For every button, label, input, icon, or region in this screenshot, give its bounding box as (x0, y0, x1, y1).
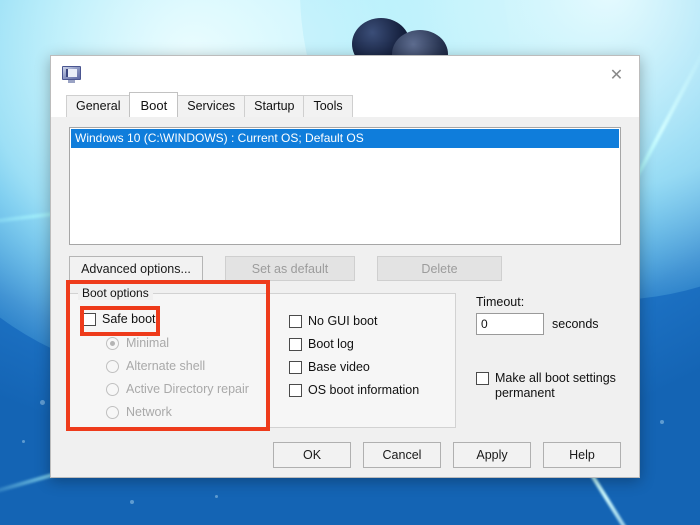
timeout-input[interactable] (476, 313, 544, 335)
make-permanent-checkbox[interactable] (476, 372, 489, 385)
dialog-titlebar: ✕ (51, 56, 639, 93)
make-permanent-row[interactable]: Make all boot settings permanent (476, 371, 616, 401)
timeout-unit-label: seconds (552, 317, 599, 331)
timeout-row: seconds (476, 313, 616, 335)
radio-active-directory-repair: Active Directory repair (106, 382, 249, 396)
radio-alternate-shell-label: Alternate shell (126, 359, 205, 373)
wallpaper-speck (22, 440, 25, 443)
safe-boot-checkbox-row[interactable]: Safe boot (83, 312, 156, 326)
ok-button[interactable]: OK (273, 442, 351, 468)
wallpaper-speck (660, 420, 664, 424)
make-permanent-label: Make all boot settings permanent (495, 371, 616, 401)
os-boot-information-checkbox[interactable] (289, 384, 302, 397)
boot-options-area: Boot options Safe boot Minimal Alternate… (69, 293, 621, 428)
safe-boot-label: Safe boot (102, 312, 156, 326)
delete-button: Delete (377, 256, 502, 281)
no-gui-boot-checkbox[interactable] (289, 315, 302, 328)
base-video-checkbox[interactable] (289, 361, 302, 374)
radio-minimal: Minimal (106, 336, 249, 350)
boot-log-row[interactable]: Boot log (289, 337, 419, 351)
os-boot-information-row[interactable]: OS boot information (289, 383, 419, 397)
close-icon[interactable]: ✕ (594, 56, 639, 93)
apply-button[interactable]: Apply (453, 442, 531, 468)
computer-monitor-icon (62, 66, 81, 83)
tab-boot[interactable]: Boot (129, 92, 178, 117)
radio-minimal-label: Minimal (126, 336, 169, 350)
boot-options-legend: Boot options (78, 286, 153, 300)
wallpaper-speck (130, 500, 134, 504)
boot-flag-checkboxes: No GUI boot Boot log Base video OS (289, 314, 419, 397)
boot-options-group: Boot options Safe boot Minimal Alternate… (69, 293, 456, 428)
set-as-default-button: Set as default (225, 256, 355, 281)
safe-boot-mode-radios: Minimal Alternate shell Active Directory… (106, 336, 249, 419)
list-item[interactable]: Windows 10 (C:\WINDOWS) : Current OS; De… (71, 129, 619, 148)
tab-general[interactable]: General (66, 95, 130, 117)
safe-boot-checkbox[interactable] (83, 313, 96, 326)
advanced-options-button[interactable]: Advanced options... (69, 256, 203, 281)
system-configuration-dialog: ✕ General Boot Services Startup Tools Wi… (50, 55, 640, 478)
radio-alternate-shell-indicator (106, 360, 119, 373)
tab-tools[interactable]: Tools (303, 95, 352, 117)
dialog-footer: OK Cancel Apply Help (51, 433, 639, 477)
radio-network-indicator (106, 406, 119, 419)
radio-network-label: Network (126, 405, 172, 419)
tab-startup[interactable]: Startup (244, 95, 304, 117)
boot-tab-panel: Windows 10 (C:\WINDOWS) : Current OS; De… (51, 117, 639, 477)
boot-log-checkbox[interactable] (289, 338, 302, 351)
help-button[interactable]: Help (543, 442, 621, 468)
cancel-button[interactable]: Cancel (363, 442, 441, 468)
no-gui-boot-label: No GUI boot (308, 314, 377, 328)
tab-services[interactable]: Services (177, 95, 245, 117)
base-video-label: Base video (308, 360, 370, 374)
radio-minimal-indicator (106, 337, 119, 350)
tab-bar: General Boot Services Startup Tools (51, 93, 639, 117)
os-boot-information-label: OS boot information (308, 383, 419, 397)
os-entries-listbox[interactable]: Windows 10 (C:\WINDOWS) : Current OS; De… (69, 127, 621, 245)
base-video-row[interactable]: Base video (289, 360, 419, 374)
radio-active-directory-repair-label: Active Directory repair (126, 382, 249, 396)
no-gui-boot-row[interactable]: No GUI boot (289, 314, 419, 328)
wallpaper-speck (215, 495, 218, 498)
radio-active-directory-repair-indicator (106, 383, 119, 396)
radio-network: Network (106, 405, 249, 419)
boot-log-label: Boot log (308, 337, 354, 351)
timeout-label: Timeout: (476, 295, 616, 309)
desktop-wallpaper: ✕ General Boot Services Startup Tools Wi… (0, 0, 700, 525)
wallpaper-speck (40, 400, 45, 405)
radio-alternate-shell: Alternate shell (106, 359, 249, 373)
timeout-area: Timeout: seconds Make all boot settings … (476, 293, 616, 428)
list-action-buttons: Advanced options... Set as default Delet… (69, 256, 621, 281)
